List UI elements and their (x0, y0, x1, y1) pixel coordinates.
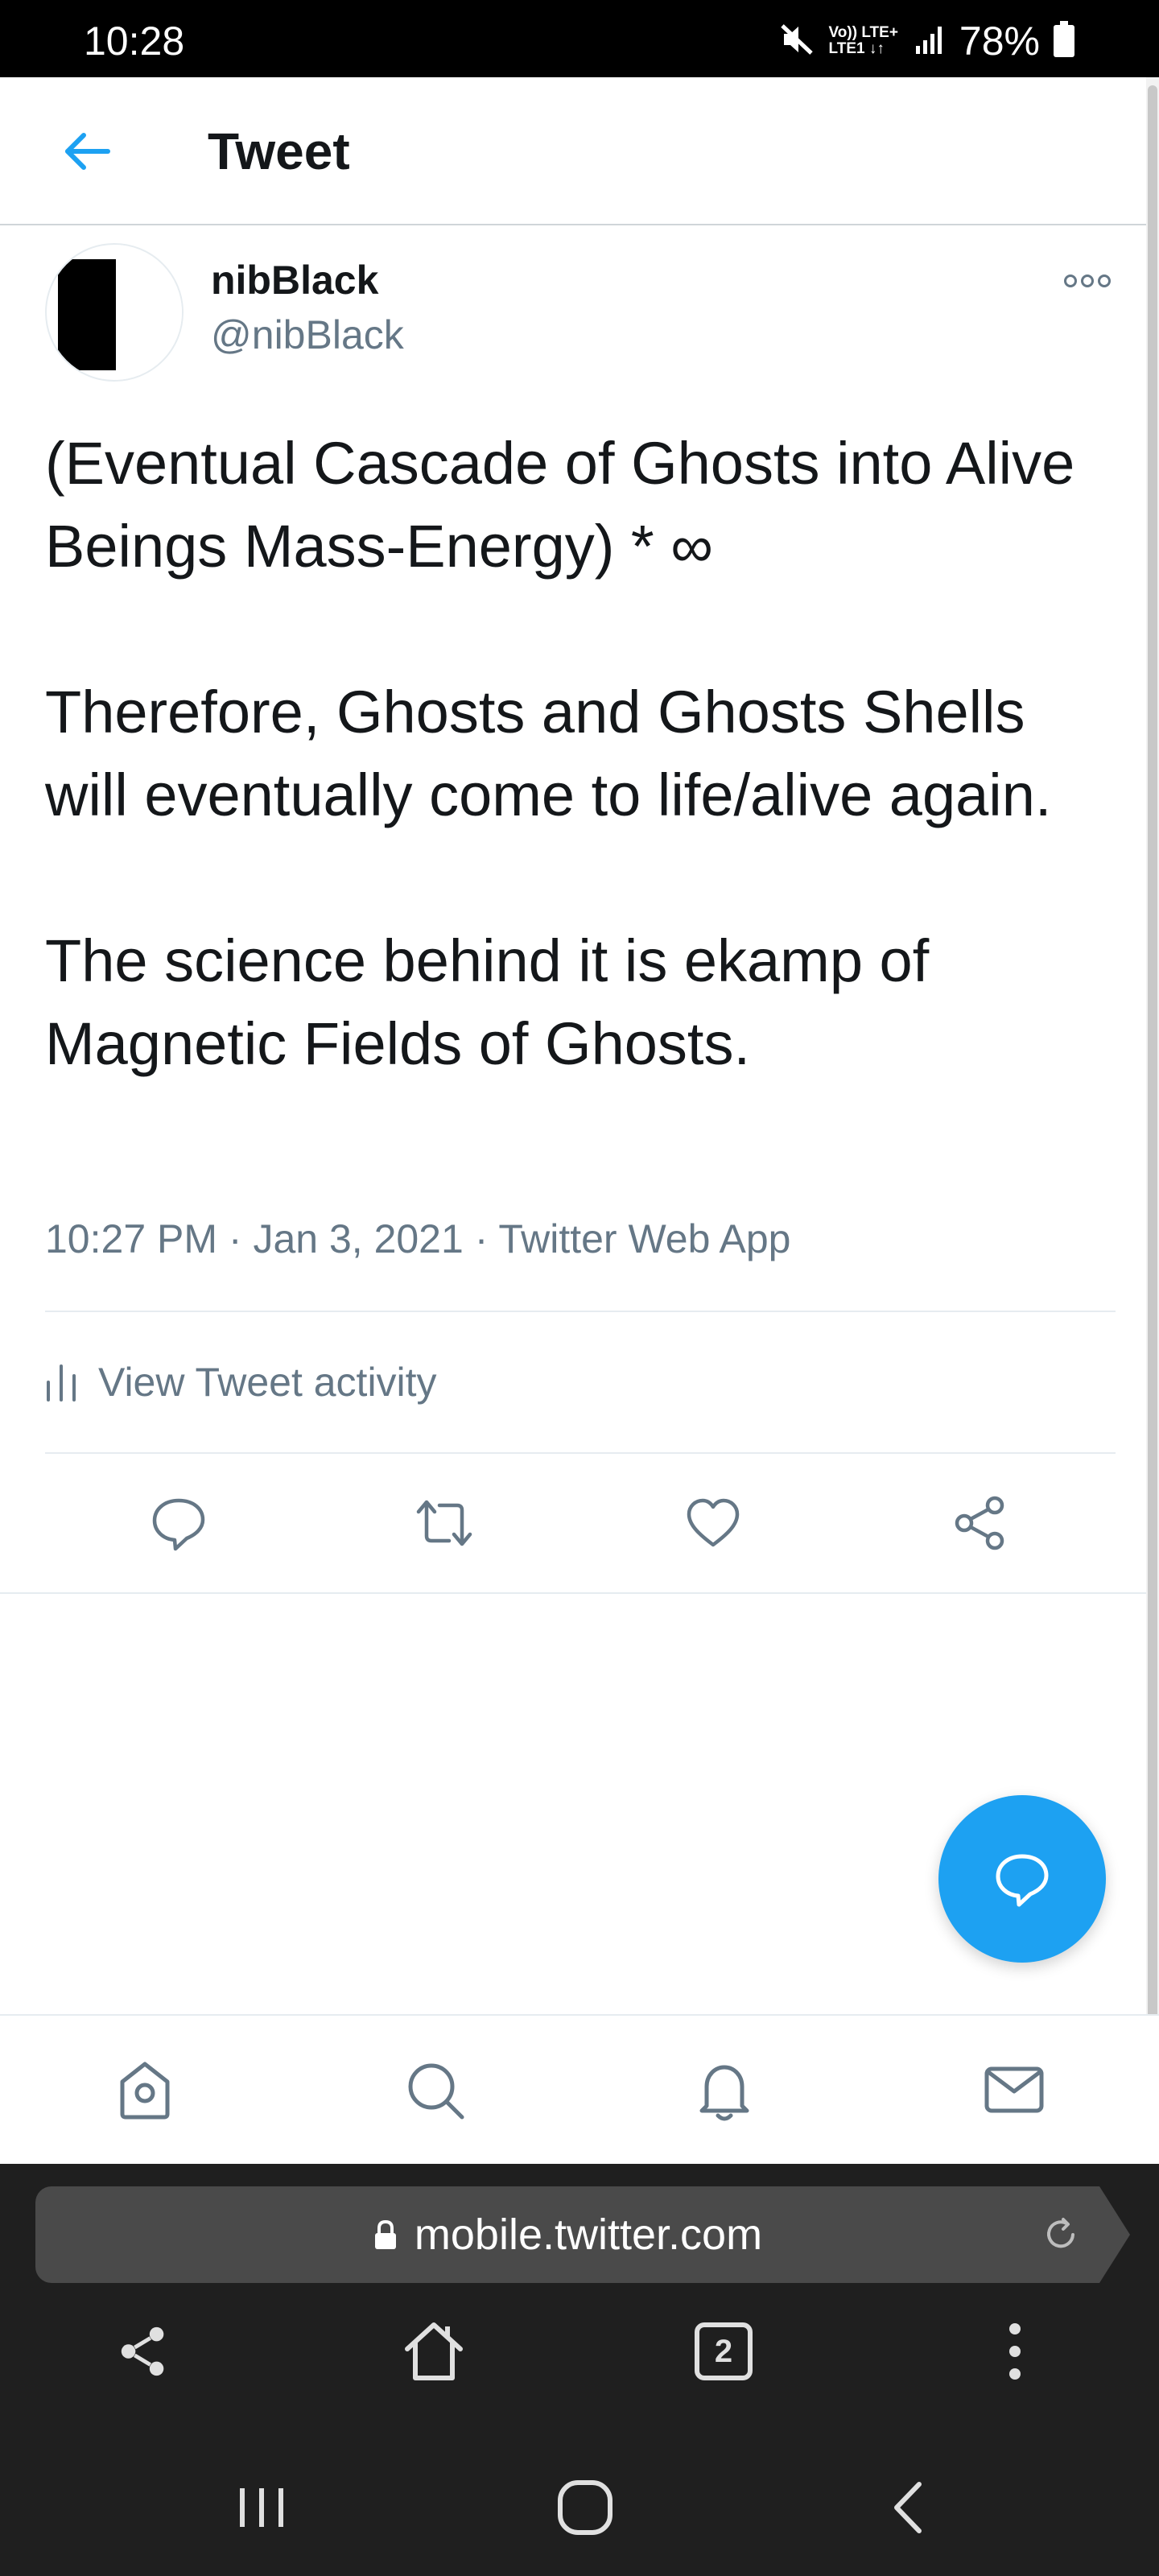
share-icon (955, 1496, 1004, 1550)
view-tweet-activity-button[interactable]: View Tweet activity (45, 1312, 1116, 1452)
compose-fab-button[interactable] (938, 1795, 1106, 1963)
battery-icon (1053, 20, 1075, 62)
nav-messages-button[interactable] (974, 2050, 1054, 2130)
page-title: Tweet (208, 122, 350, 180)
browser-menu-button[interactable] (971, 2307, 1059, 2396)
tweet-metadata: 10:27 PM · Jan 3, 2021 · Twitter Web App (45, 1216, 791, 1261)
reload-button[interactable] (1037, 2211, 1085, 2259)
avatar[interactable] (45, 243, 184, 382)
share-icon (121, 2326, 164, 2376)
recent-apps-button[interactable] (217, 2463, 306, 2552)
reply-bubble-icon (996, 1854, 1049, 1907)
more-options-button[interactable] (1059, 261, 1116, 301)
reload-icon (1047, 2218, 1074, 2248)
status-time: 10:28 (84, 19, 185, 64)
like-button[interactable] (681, 1491, 745, 1555)
network-label: Vo)) LTE+ LTE1 ↓↑ (828, 24, 898, 57)
nav-search-button[interactable] (394, 2050, 475, 2130)
recent-apps-icon (240, 2488, 283, 2527)
reply-button[interactable] (146, 1491, 211, 1555)
heart-icon (687, 1498, 740, 1547)
browser-share-button[interactable] (100, 2307, 188, 2396)
retweet-button[interactable] (412, 1491, 476, 1555)
status-icons: Vo)) LTE+ LTE1 ↓↑ 78% (779, 19, 1075, 64)
lock-icon (374, 2219, 396, 2249)
search-icon (408, 2063, 464, 2120)
more-dots-icon (1064, 275, 1111, 287)
battery-percent: 78% (959, 19, 1040, 64)
url-text: mobile.twitter.com (414, 2211, 763, 2259)
address-bar[interactable]: mobile.twitter.com (35, 2186, 1130, 2283)
scrollbar-thumb[interactable] (1148, 85, 1157, 2041)
reply-icon (152, 1498, 205, 1551)
home-circle-icon (558, 2480, 612, 2535)
tweet-source[interactable]: Twitter Web App (498, 1216, 790, 1261)
browser-tabs-button[interactable]: 2 (679, 2307, 768, 2396)
chevron-left-icon (894, 2482, 922, 2533)
status-bar: 10:28 Vo)) LTE+ LTE1 ↓↑ 78% (0, 0, 1159, 77)
tweet-date: Jan 3, 2021 (253, 1216, 464, 1261)
back-button[interactable] (53, 118, 121, 185)
system-home-button[interactable] (541, 2463, 629, 2552)
bell-icon (699, 2065, 749, 2121)
home-icon (120, 2062, 170, 2120)
signal-icon (914, 23, 947, 60)
scrollbar[interactable] (1146, 77, 1159, 2046)
tab-count: 2 (695, 2322, 753, 2380)
bottom-nav (0, 2014, 1159, 2164)
tweet-actions (0, 1454, 1146, 1594)
tweet-paragraph: The science behind it is ekamp of Magnet… (45, 927, 930, 1077)
browser-home-button[interactable] (390, 2307, 478, 2396)
analytics-icon (47, 1364, 76, 1402)
tweet-time: 10:27 PM (45, 1216, 218, 1261)
mute-icon (779, 21, 816, 62)
share-button[interactable] (948, 1491, 1013, 1555)
kebab-menu-icon (1009, 2323, 1021, 2380)
system-back-button[interactable] (863, 2463, 951, 2552)
app-header: Tweet (0, 77, 1146, 225)
author-display-name[interactable]: nibBlack (211, 254, 378, 306)
retweet-icon (416, 1500, 472, 1546)
tweet-paragraph: (Eventual Cascade of Ghosts into Alive B… (45, 430, 1075, 580)
mail-icon (984, 2066, 1044, 2113)
nav-notifications-button[interactable] (684, 2050, 765, 2130)
tweet-paragraph: Therefore, Ghosts and Ghosts Shells will… (45, 679, 1052, 828)
tweet-text: (Eventual Cascade of Ghosts into Alive B… (45, 422, 1116, 1085)
home-icon (405, 2322, 463, 2380)
back-arrow-icon (65, 133, 110, 170)
author-handle[interactable]: @nibBlack (211, 309, 404, 361)
activity-label: View Tweet activity (98, 1360, 437, 1405)
nav-home-button[interactable] (105, 2050, 185, 2130)
